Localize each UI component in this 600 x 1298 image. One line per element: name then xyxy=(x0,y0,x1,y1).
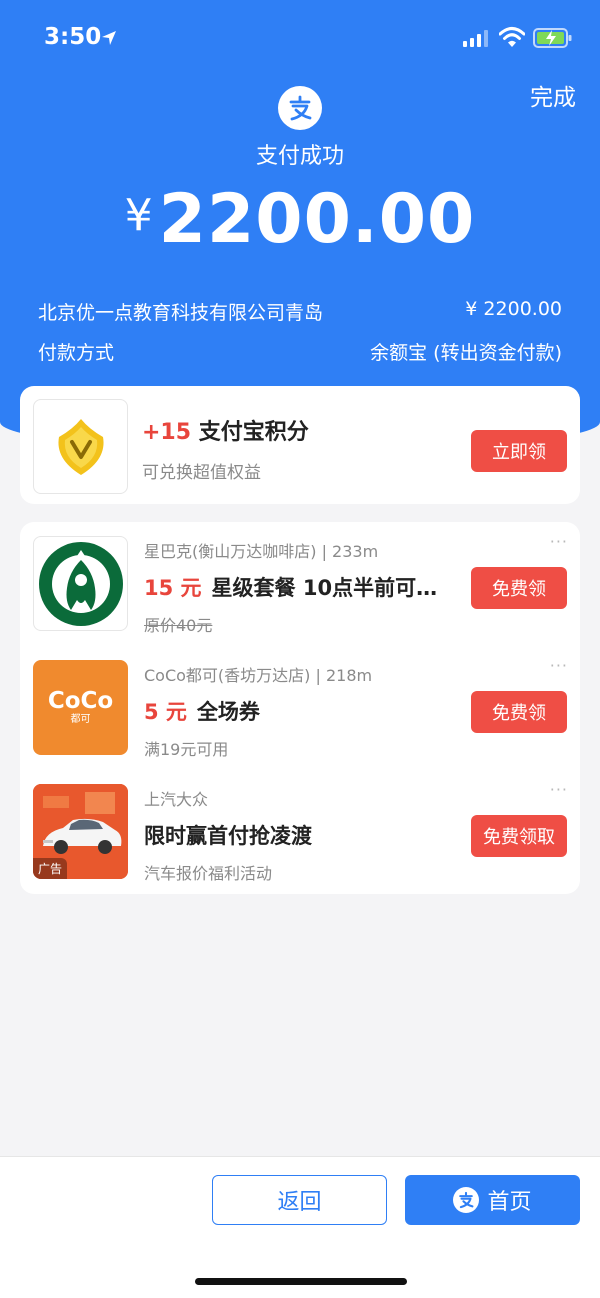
payment-method-row: 付款方式 余额宝 (转出资金付款) xyxy=(38,338,562,365)
coupon-condition: 满19元可用 xyxy=(144,740,229,759)
claim-free-ad-button[interactable]: 免费领取 xyxy=(471,815,567,857)
claim-free-button[interactable]: 免费领 xyxy=(471,691,567,733)
points-coin-icon xyxy=(33,399,128,494)
more-options-icon[interactable]: ··· xyxy=(550,656,568,675)
coupon-title: 5 元全场券 xyxy=(144,696,444,726)
back-button[interactable]: 返回 xyxy=(212,1175,387,1225)
cellular-signal-icon xyxy=(463,30,488,47)
coupon-merchant-meta: CoCo都可(香坊万达店) | 218m xyxy=(144,666,373,685)
coupon-title-text: 星级套餐 10点半前可… xyxy=(211,576,438,600)
payment-method-label: 付款方式 xyxy=(38,342,115,364)
coupon-item-starbucks[interactable]: 星巴克(衡山万达咖啡店) | 233m 15 元星级套餐 10点半前可… 原价4… xyxy=(20,522,580,642)
coupon-list-card: 星巴克(衡山万达咖啡店) | 233m 15 元星级套餐 10点半前可… 原价4… xyxy=(20,522,580,894)
coco-logo-text: CoCo xyxy=(47,688,114,714)
wifi-icon xyxy=(499,27,525,47)
coupon-title-text: 全场券 xyxy=(196,700,260,724)
coupon-original-price: 原价40元 xyxy=(144,616,213,635)
coco-logo-sub: 都可 xyxy=(70,714,91,725)
home-button-label: 首页 xyxy=(487,1190,532,1215)
points-card[interactable]: +15 支付宝积分 可兑换超值权益 立即领 xyxy=(20,386,580,504)
coupon-price: 5 元 xyxy=(144,700,187,724)
coupon-price: 15 元 xyxy=(144,576,202,600)
claim-free-button[interactable]: 免费领 xyxy=(471,567,567,609)
battery-charging-icon xyxy=(533,28,572,48)
coco-logo-icon: CoCo 都可 xyxy=(33,660,128,755)
done-button[interactable]: 完成 xyxy=(530,78,576,112)
status-bar: 3:50 xyxy=(0,0,600,78)
coupon-item-coco[interactable]: CoCo 都可 CoCo都可(香坊万达店) | 218m 5 元全场券 满19元… xyxy=(20,646,580,766)
points-label: 支付宝积分 xyxy=(198,420,309,445)
coupon-title: 15 元星级套餐 10点半前可… xyxy=(144,572,444,602)
alipay-logo-icon xyxy=(278,86,322,130)
home-button[interactable]: 首页 xyxy=(405,1175,580,1225)
more-options-icon[interactable]: ··· xyxy=(550,780,568,799)
bottom-action-bar: 返回 首页 xyxy=(0,1156,600,1298)
ad-brand: 上汽大众 xyxy=(144,790,209,809)
ad-item-saic-vw[interactable]: 广告 上汽大众 限时赢首付抢凌渡 汽车报价福利活动 ··· 免费领取 xyxy=(20,770,580,890)
location-arrow-icon xyxy=(102,31,116,45)
more-options-icon[interactable]: ··· xyxy=(550,532,568,551)
points-subtitle: 可兑换超值权益 xyxy=(142,463,261,483)
ad-tag: 广告 xyxy=(33,858,68,879)
starbucks-logo-icon xyxy=(33,536,128,631)
car-ad-image: 广告 xyxy=(33,784,128,879)
claim-points-button[interactable]: 立即领 xyxy=(471,430,567,472)
points-title: +15 支付宝积分 xyxy=(142,414,309,446)
coupon-merchant-meta: 星巴克(衡山万达咖啡店) | 233m xyxy=(144,542,379,561)
merchant-name: 北京优一点教育科技有限公司青岛 xyxy=(38,302,324,324)
currency-symbol: ¥ xyxy=(124,190,153,241)
alipay-logo-icon xyxy=(453,1187,480,1213)
status-time: 3:50 xyxy=(44,24,102,50)
home-indicator[interactable] xyxy=(195,1278,407,1285)
merchant-amount: ¥ 2200.00 xyxy=(465,298,562,320)
merchant-row: 北京优一点教育科技有限公司青岛 ¥ 2200.00 xyxy=(38,298,562,325)
success-title: 支付成功 xyxy=(255,144,344,169)
ad-subtitle: 汽车报价福利活动 xyxy=(144,864,273,883)
payment-amount: ¥2200.00 xyxy=(0,180,600,259)
payment-method-value: 余额宝 (转出资金付款) xyxy=(370,342,562,364)
ad-title: 限时赢首付抢凌渡 xyxy=(144,824,312,848)
points-value: +15 xyxy=(142,420,192,445)
amount-value: 2200.00 xyxy=(158,180,476,259)
